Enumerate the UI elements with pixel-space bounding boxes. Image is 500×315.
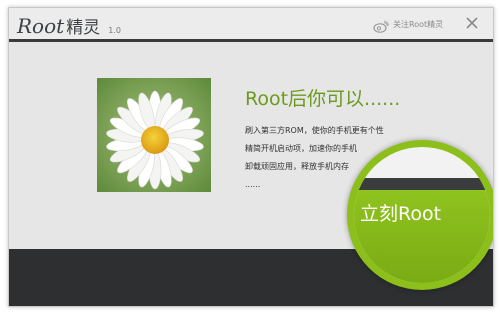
headline: Root后你可以...... [245, 88, 401, 110]
logo-root-text: Root [17, 14, 65, 38]
title-bar: Root 精灵 1.0 关注Root精灵 [9, 8, 493, 39]
root-button-label[interactable]: 立刻Root [360, 199, 484, 226]
logo-chinese-text: 精灵 [66, 18, 101, 38]
app-version: 1.0 [108, 26, 121, 35]
follow-weibo-link[interactable]: 关注Root精灵 [373, 17, 444, 33]
title-divider [9, 39, 493, 42]
app-logo: Root 精灵 1.0 [17, 13, 121, 38]
follow-label: 关注Root精灵 [393, 19, 444, 29]
weibo-icon [373, 18, 390, 33]
app-window: Root 精灵 1.0 关注Root精灵 Root后你可以...... 刷入第三… [8, 7, 494, 307]
root-button-band [354, 178, 490, 190]
daisy-flower-photo [97, 78, 211, 192]
close-button[interactable] [463, 14, 481, 32]
feature-line-1: 刷入第三方ROM，使你的手机更有个性 [245, 126, 384, 135]
root-button-face: 立刻Root [354, 147, 490, 283]
root-now-button[interactable]: 立刻Root [347, 140, 493, 290]
close-icon [466, 17, 478, 29]
